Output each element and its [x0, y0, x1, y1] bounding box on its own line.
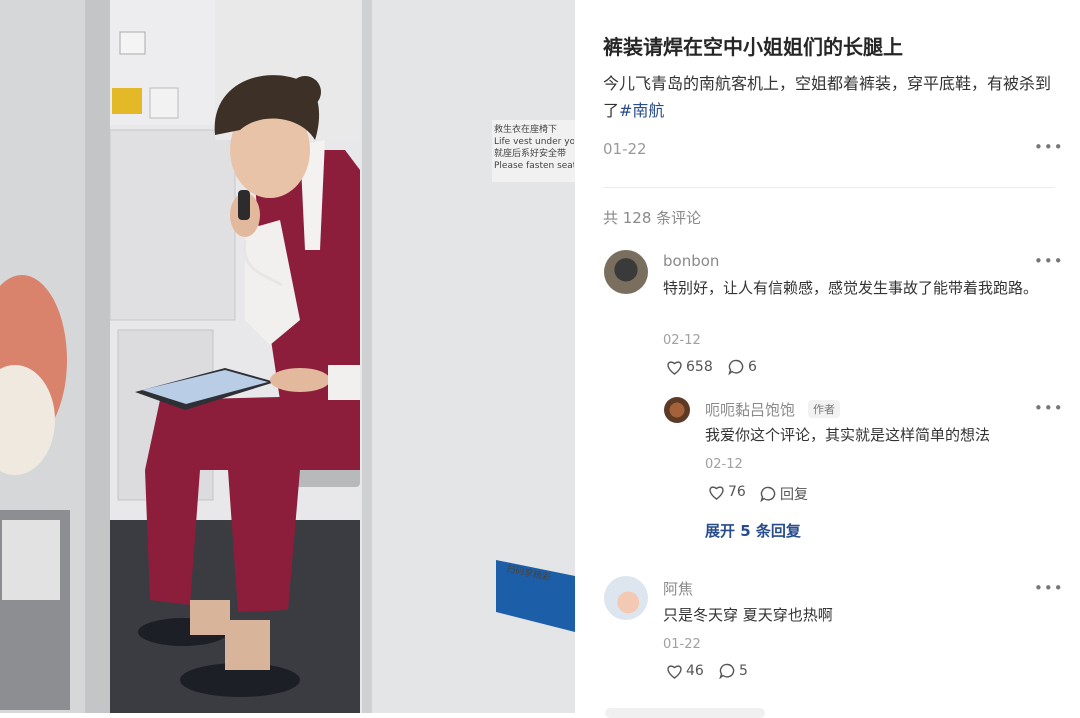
comment-bubble-icon — [760, 486, 776, 502]
reply-button[interactable]: 5 — [719, 663, 748, 679]
avatar[interactable] — [604, 250, 648, 294]
life-vest-sign: 救生衣在座椅下 Life vest under your s 就座后系好安全带 … — [494, 124, 574, 172]
reply-count: 5 — [739, 663, 748, 679]
like-button[interactable]: 46 — [666, 663, 704, 679]
more-dots-icon[interactable]: ••• — [1034, 579, 1064, 597]
comment-username[interactable]: 阿焦 — [663, 578, 693, 599]
post-body: 今儿飞青岛的南航客机上，空姐都着裤装，穿平底鞋，有被杀到了#南航 — [603, 70, 1053, 124]
comment-bubble-icon — [728, 359, 744, 375]
cabin-illustration — [0, 0, 575, 713]
reply-label: 回复 — [780, 487, 808, 503]
comment-text: 特别好，让人有信赖感，感觉发生事故了能带着我跑路。 — [663, 279, 1039, 297]
heart-icon — [667, 360, 682, 375]
sign-line: 救生衣在座椅下 — [494, 125, 558, 135]
more-dots-icon[interactable]: ••• — [1034, 399, 1064, 417]
heart-icon — [667, 664, 682, 679]
reply-count: 6 — [748, 359, 757, 375]
like-button[interactable]: 76 — [708, 484, 746, 500]
heart-icon — [709, 485, 724, 500]
reply-date: 02-12 — [705, 457, 743, 472]
post-panel: 裤装请焊在空中小姐姐们的长腿上 今儿飞青岛的南航客机上，空姐都着裤装，穿平底鞋，… — [575, 0, 1080, 718]
author-badge: 作者 — [808, 400, 840, 418]
comment-date: 02-12 — [663, 333, 701, 348]
reply-username[interactable]: 呃呃黏吕饱饱 — [705, 399, 795, 420]
reply-button[interactable]: 回复 — [760, 484, 808, 504]
comment-username[interactable]: bonbon — [663, 252, 719, 270]
comment-date: 01-22 — [663, 637, 701, 652]
more-dots-icon[interactable]: ••• — [1034, 138, 1064, 156]
like-count: 76 — [728, 484, 746, 500]
comment-text: 只是冬天穿 夏天穿也热啊 — [663, 606, 833, 624]
avatar[interactable] — [664, 397, 690, 423]
like-count: 658 — [686, 359, 713, 375]
sign-line: Life vest under your s — [494, 137, 574, 147]
comment-count: 共 128 条评论 — [603, 209, 702, 227]
more-dots-icon[interactable]: ••• — [1034, 252, 1064, 270]
hashtag-link[interactable]: #南航 — [619, 101, 664, 120]
like-count: 46 — [686, 663, 704, 679]
reply-button[interactable]: 6 — [728, 359, 757, 375]
reply-text: 我爱你这个评论，其实就是这样简单的想法 — [705, 426, 991, 444]
avatar[interactable] — [604, 576, 648, 620]
post-date: 01-22 — [603, 140, 647, 158]
sign-line: 就座后系好安全带 — [494, 149, 567, 159]
divider — [603, 187, 1055, 188]
like-button[interactable]: 658 — [666, 359, 713, 375]
sign-line: Please fasten seat belt — [494, 161, 574, 171]
comment-bubble-icon — [719, 663, 735, 679]
post-text: 今儿飞青岛的南航客机上，空姐都着裤装，穿平底鞋，有被杀到了 — [603, 74, 1052, 120]
expand-replies-button[interactable]: 展开 5 条回复 — [705, 520, 801, 541]
post-title: 裤装请焊在空中小姐姐们的长腿上 — [603, 35, 903, 59]
comment-input-bar[interactable] — [605, 708, 765, 718]
post-photo[interactable]: 救生衣在座椅下 Life vest under your s 就座后系好安全带 … — [0, 0, 575, 713]
